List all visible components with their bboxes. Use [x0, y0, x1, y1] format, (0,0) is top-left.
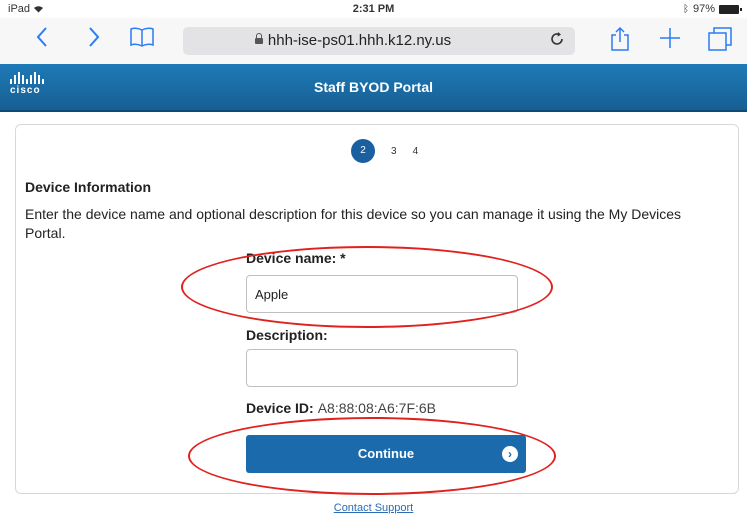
description-label: Description:	[246, 327, 328, 343]
device-id-label: Device ID:	[246, 400, 314, 416]
tabs-icon[interactable]	[706, 26, 734, 59]
page: iPad 2:31 PM ᛒ 97% hhh-ise-ps01.hhh.k12.…	[0, 0, 747, 517]
bookmarks-icon[interactable]	[128, 26, 156, 55]
status-right: ᛒ 97%	[682, 3, 742, 15]
step-3: 3	[391, 145, 397, 157]
instructions-text: Enter the device name and optional descr…	[25, 206, 682, 241]
device-info-card: 2 3 4 Device Information Enter the devic…	[15, 124, 739, 494]
share-icon[interactable]	[606, 26, 634, 59]
battery-icon	[719, 4, 742, 14]
step-indicator: 2 3 4	[351, 139, 418, 163]
url-text-wrap: hhh-ise-ps01.hhh.k12.ny.us	[183, 32, 523, 49]
section-title: Device Information	[25, 179, 152, 195]
lock-icon	[254, 33, 263, 44]
device-id: Device ID: A8:88:08:A6:7F:6B	[246, 400, 436, 416]
url-text: hhh-ise-ps01.hhh.k12.ny.us	[267, 32, 452, 49]
portal-header: cisco Staff BYOD Portal	[0, 64, 747, 112]
device-id-value: A8:88:08:A6:7F:6B	[317, 400, 437, 416]
contact-support-link[interactable]: Contact Support	[0, 502, 747, 514]
device-name-label: Device name: *	[246, 250, 346, 266]
continue-button[interactable]: Continue ›	[246, 435, 526, 473]
description-input[interactable]	[246, 349, 518, 387]
continue-label: Continue	[357, 446, 415, 461]
status-bar: iPad 2:31 PM ᛒ 97%	[0, 0, 747, 18]
new-tab-icon[interactable]	[656, 26, 684, 57]
step-4: 4	[412, 145, 419, 157]
portal-title: Staff BYOD Portal	[313, 79, 433, 95]
back-icon[interactable]	[28, 26, 56, 55]
browser-toolbar: hhh-ise-ps01.hhh.k12.ny.us	[0, 18, 747, 64]
device-name-input[interactable]	[246, 275, 518, 313]
forward-icon[interactable]	[80, 26, 108, 55]
step-active: 2	[351, 139, 375, 163]
battery-percent: 97%	[692, 3, 715, 15]
bluetooth-icon: ᛒ	[682, 3, 689, 15]
status-time: 2:31 PM	[352, 3, 395, 15]
chevron-right-icon: ›	[502, 446, 518, 462]
url-bar[interactable]: hhh-ise-ps01.hhh.k12.ny.us	[183, 27, 575, 55]
reload-icon[interactable]	[549, 31, 565, 52]
